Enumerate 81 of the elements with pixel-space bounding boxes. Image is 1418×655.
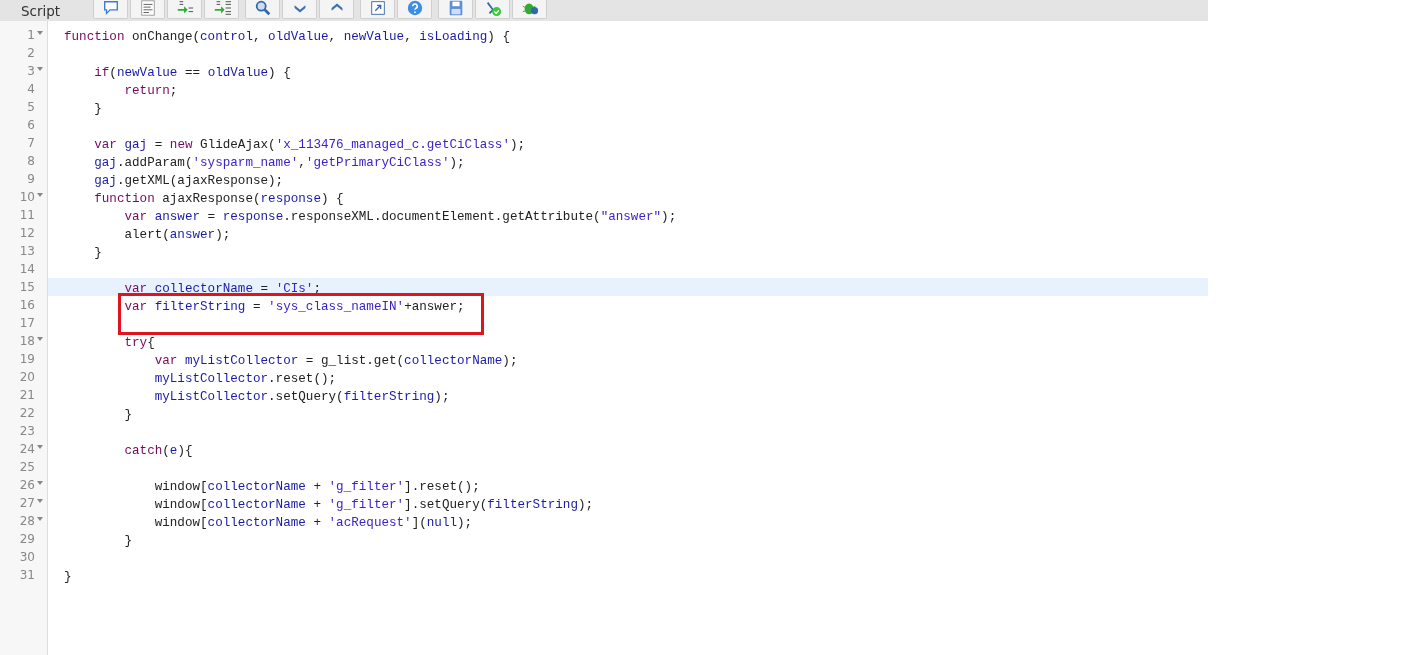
code-line: }	[93, 102, 102, 116]
line-number: 31	[19, 568, 35, 582]
code-line: if(newValue == oldValue) {	[93, 66, 291, 80]
line-number: 22	[19, 406, 35, 420]
line-number: 27	[19, 496, 35, 510]
expand-button[interactable]	[360, 0, 395, 19]
line-number: 18	[19, 334, 35, 348]
code-line: }	[64, 570, 72, 584]
fold-arrow-icon[interactable]	[36, 193, 43, 197]
check-button[interactable]	[475, 0, 510, 19]
line-number: 6	[27, 118, 35, 132]
comment-icon	[101, 0, 120, 17]
line-number: 4	[27, 82, 35, 96]
line-number: 15	[19, 280, 35, 294]
search-icon	[253, 0, 272, 17]
line-number: 21	[19, 388, 35, 402]
line-number: 20	[19, 370, 35, 384]
help-icon	[405, 0, 424, 17]
line-number: 10	[19, 190, 35, 204]
line-number: 8	[27, 154, 35, 168]
line-number: 16	[19, 298, 35, 312]
line-number: 11	[19, 208, 35, 222]
line-number: 2	[27, 46, 35, 60]
line-number: 13	[19, 244, 35, 258]
expand-icon	[368, 0, 387, 17]
line-number: 28	[19, 514, 35, 528]
code-line: }	[93, 246, 102, 260]
code-line: var filterString = 'sys_class_nameIN'+answer;	[123, 300, 465, 314]
code-line: function onChange(control, oldValue, newValue, isLoading) {	[64, 30, 510, 44]
code-line: }	[123, 534, 133, 548]
replace-all-button[interactable]	[204, 0, 239, 19]
line-number: 1	[27, 28, 35, 42]
fold-arrow-icon[interactable]	[36, 31, 43, 35]
line-number: 26	[19, 478, 35, 492]
line-number: 23	[19, 424, 35, 438]
bug-button[interactable]	[512, 0, 547, 19]
code-line: gaj.addParam('sysparm_name','getPrimaryCiClass');	[93, 156, 465, 170]
line-number: 29	[19, 532, 35, 546]
fold-arrow-icon[interactable]	[36, 481, 43, 485]
code-line: try{	[123, 336, 155, 350]
panel-title: Script	[20, 2, 62, 21]
code-line: alert(answer);	[123, 228, 231, 242]
line-number: 24	[19, 442, 35, 456]
line-number: 30	[19, 550, 35, 564]
code-line: var myListCollector = g_list.get(collectorName);	[153, 354, 518, 368]
line-number: 9	[27, 172, 35, 186]
format-icon	[138, 0, 157, 17]
line-number: 3	[27, 64, 35, 78]
comment-button[interactable]	[93, 0, 128, 19]
line-number: 5	[27, 100, 35, 114]
code-line: var answer = response.responseXML.documentElement.getAttribute("answer");	[123, 210, 677, 224]
line-number: 7	[27, 136, 35, 150]
fold-arrow-icon[interactable]	[36, 67, 43, 71]
code-line: return;	[123, 84, 178, 98]
line-number: 19	[19, 352, 35, 366]
code-line: gaj.getXML(ajaxResponse);	[93, 174, 284, 188]
code-line: window[collectorName + 'acRequest'](null);	[153, 516, 473, 530]
line-number: 17	[19, 316, 35, 330]
code-line: myListCollector.setQuery(filterString);	[153, 390, 450, 404]
chevron-up-button[interactable]	[319, 0, 354, 19]
help-button[interactable]	[397, 0, 432, 19]
format-button[interactable]	[130, 0, 165, 19]
code-line: window[collectorName + 'g_filter'].reset();	[153, 480, 480, 494]
chevron-down-button[interactable]	[282, 0, 317, 19]
line-number: 25	[19, 460, 35, 474]
line-number: 12	[19, 226, 35, 240]
line-number: 14	[19, 262, 35, 276]
code-line: catch(e){	[123, 444, 193, 458]
replace-button[interactable]	[167, 0, 202, 19]
fold-arrow-icon[interactable]	[36, 499, 43, 503]
code-line: myListCollector.reset();	[153, 372, 337, 386]
fold-arrow-icon[interactable]	[36, 517, 43, 521]
fold-arrow-icon[interactable]	[36, 445, 43, 449]
search-button[interactable]	[245, 0, 280, 19]
fold-arrow-icon[interactable]	[36, 337, 43, 341]
code-line: window[collectorName + 'g_filter'].setQuery(filterString);	[153, 498, 594, 512]
replace-all-icon	[212, 0, 231, 17]
code-line: }	[123, 408, 133, 422]
code-line: function ajaxResponse(response) {	[93, 192, 344, 206]
code-line: var gaj = new GlideAjax('x_113476_managed_c.getCiClass');	[93, 138, 526, 152]
save-button[interactable]	[438, 0, 473, 19]
